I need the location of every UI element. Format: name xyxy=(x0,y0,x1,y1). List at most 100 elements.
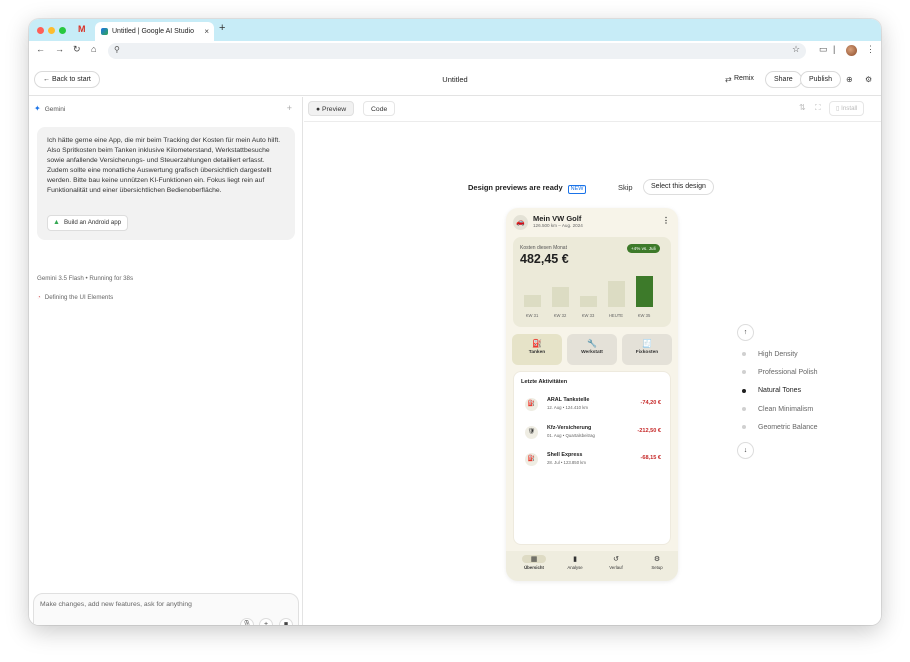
new-chat-icon[interactable]: + xyxy=(287,103,292,113)
receipt-icon: 🧾 xyxy=(642,339,652,348)
recent-activities-card: Letzte Aktivitäten ⛽ ARAL Tankstelle 12. A… xyxy=(513,371,671,545)
bar-tick-label: KW 31 xyxy=(525,313,539,318)
nav-label: Analyse xyxy=(567,565,583,570)
nav-label: Verlauf xyxy=(609,565,623,570)
install-button[interactable]: ▯ Install xyxy=(829,101,865,116)
prompt-box[interactable]: Make changes, add new features, ask for … xyxy=(33,593,299,625)
nav-item-2[interactable]: ↺ Verlauf xyxy=(596,555,636,570)
microphone-icon[interactable]: 🎙 xyxy=(240,618,254,625)
weekly-bar-chart xyxy=(521,268,663,307)
install-label: Install xyxy=(841,105,858,112)
thinking-step[interactable]: ◔ Defining the UI Elements xyxy=(37,294,113,301)
activity-detail: 01. Aug • Quartalsbeitrag xyxy=(547,432,595,438)
site-settings-icon[interactable]: ⚲ xyxy=(114,45,120,54)
activity-amount: -212,50 € xyxy=(637,427,661,434)
new-tab-button[interactable]: + xyxy=(219,22,225,34)
split-icon[interactable]: | xyxy=(833,44,835,54)
style-option-label: Clean Minimalism xyxy=(758,405,814,413)
more-options-icon[interactable]: ⋮ xyxy=(662,216,670,225)
home-icon[interactable]: ⌂ xyxy=(91,44,96,54)
refresh-icon[interactable]: ⇅ xyxy=(799,103,806,112)
design-ready-heading: Design previews are ready NEW xyxy=(468,183,587,194)
style-option-label: Geometric Balance xyxy=(758,423,818,431)
profile-avatar[interactable] xyxy=(846,45,857,56)
quick-action-label: Werkstatt xyxy=(581,350,603,355)
activity-name: Kfz-Versicherung xyxy=(547,424,592,431)
style-down-button[interactable]: ↓ xyxy=(737,442,754,459)
agent-header: ✦ Gemini xyxy=(34,104,65,113)
tab-code[interactable]: Code xyxy=(363,101,396,116)
chat-panel: ✦ Gemini + Ich hätte gerne eine App, die … xyxy=(29,97,303,625)
style-up-button[interactable]: ↑ xyxy=(737,324,754,341)
nav-item-1[interactable]: ▮ Analyse xyxy=(555,555,595,570)
sidepanel-icon[interactable]: ▭ xyxy=(819,44,828,55)
nav-item-0[interactable]: ▦ Übersicht xyxy=(514,555,554,570)
nav-label: Übersicht xyxy=(524,565,544,570)
tab-close-icon[interactable]: × xyxy=(204,22,209,41)
activity-row[interactable]: ⛽ ARAL Tankstelle 12. Aug • 124.410 km -74,… xyxy=(521,395,667,415)
remix-button[interactable]: Remix xyxy=(734,75,754,82)
style-option[interactable]: Natural Tones xyxy=(742,387,801,394)
share-button[interactable]: Share xyxy=(765,71,802,88)
ready-text: Design previews are ready xyxy=(468,183,563,192)
build-android-chip[interactable]: ▲ Build an Android app xyxy=(47,215,129,231)
step-label: Defining the UI Elements xyxy=(44,294,114,301)
ai-studio-favicon-icon xyxy=(101,28,108,35)
tab-preview[interactable]: ● Preview xyxy=(308,101,355,116)
close-window-button[interactable] xyxy=(37,27,44,34)
nav-item-3[interactable]: ⚙ Setup xyxy=(637,555,677,570)
fullscreen-icon[interactable]: ⛶ xyxy=(815,103,821,113)
android-icon: ▲ xyxy=(53,219,60,226)
quick-action-werkstatt[interactable]: 🔧 Werkstatt xyxy=(567,334,617,365)
wrench-icon: 🔧 xyxy=(587,339,597,348)
settings-gear-icon[interactable]: ⚙ xyxy=(865,75,872,84)
activity-row[interactable]: ⛽ Shell Express 28. Jul • 123.850 km -68,15… xyxy=(521,450,667,470)
skip-button[interactable]: Skip xyxy=(618,183,633,192)
publish-button[interactable]: Publish xyxy=(800,71,841,88)
reload-icon[interactable]: ↻ xyxy=(73,44,81,55)
style-option[interactable]: Professional Polish xyxy=(742,369,818,376)
gmail-icon[interactable]: M xyxy=(78,25,88,34)
phone-preview[interactable]: 🚗 Mein VW Golf 126.500 km – Aug. 2024 ⋮ … xyxy=(506,208,678,581)
style-option-label: Professional Polish xyxy=(758,369,818,377)
preview-panel: ● Preview Code ⇅ ⛶ ▯ Install Design prev… xyxy=(304,97,881,625)
browser-menu-icon[interactable]: ⋮ xyxy=(866,44,875,55)
style-dot-icon xyxy=(742,370,746,375)
nav-icon: ⚙ xyxy=(653,556,661,563)
tab-bar: M Untitled | Google AI Studio × + xyxy=(29,19,881,41)
cost-value: 482,45 € xyxy=(520,252,569,266)
quick-action-label: Tanken xyxy=(528,350,546,355)
activity-icon: ⛽ xyxy=(525,453,538,466)
activity-row[interactable]: 🛡 Kfz-Versicherung 01. Aug • Quartalsbeitr… xyxy=(521,423,667,443)
quick-action-tanken[interactable]: ⛽ Tanken xyxy=(512,334,562,365)
back-arrow-icon[interactable]: ← xyxy=(36,44,45,54)
activity-amount: -74,20 € xyxy=(640,400,661,406)
bottom-navigation: ▦ Übersicht ▮ Analyse ↺ Verlauf ⚙ Setup xyxy=(506,551,678,581)
gemini-sparkle-icon: ✦ xyxy=(34,104,41,113)
maximize-window-button[interactable] xyxy=(59,27,66,34)
style-option[interactable]: High Density xyxy=(742,351,798,358)
stop-icon[interactable]: ■ xyxy=(279,618,293,625)
style-option-label: High Density xyxy=(758,351,798,358)
activity-detail: 28. Jul • 123.850 km xyxy=(547,460,587,465)
nav-icon: ▮ xyxy=(573,556,577,563)
car-icon: 🚗 xyxy=(513,215,528,230)
style-dot-icon xyxy=(742,424,746,429)
quick-action-label: Fixkosten xyxy=(635,350,659,355)
info-icon[interactable]: ⊕ xyxy=(846,75,853,84)
style-option[interactable]: Clean Minimalism xyxy=(742,406,813,413)
bookmark-star-icon[interactable]: ☆ xyxy=(792,44,800,55)
quick-actions: ⛽ Tanken 🔧 Werkstatt 🧾 Fixkosten xyxy=(512,334,672,365)
activity-name: Shell Express xyxy=(547,452,583,458)
prompt-input[interactable]: Make changes, add new features, ask for … xyxy=(40,601,192,608)
forward-arrow-icon[interactable]: → xyxy=(55,44,64,54)
add-attachment-icon[interactable]: + xyxy=(259,618,273,625)
quick-action-fixkosten[interactable]: 🧾 Fixkosten xyxy=(622,334,672,365)
fuel-icon: ⛽ xyxy=(532,339,542,348)
minimize-window-button[interactable] xyxy=(48,27,55,34)
address-bar[interactable]: ⚲ xyxy=(108,43,806,59)
chart-bar xyxy=(580,296,597,307)
style-option[interactable]: Geometric Balance xyxy=(742,424,818,431)
select-design-button[interactable]: Select this design xyxy=(643,179,714,195)
browser-tab[interactable]: Untitled | Google AI Studio × xyxy=(95,22,214,41)
